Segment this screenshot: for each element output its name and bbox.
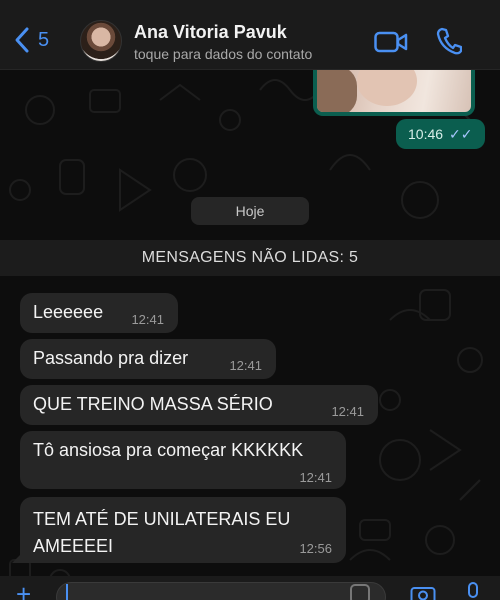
text-caret bbox=[66, 584, 68, 600]
incoming-message[interactable]: Passando pra dizer 12:41 bbox=[20, 339, 276, 379]
bubble-tail bbox=[12, 553, 22, 563]
date-separator: Hoje bbox=[191, 197, 309, 225]
photo-detail bbox=[357, 66, 417, 106]
camera-icon[interactable] bbox=[410, 584, 436, 600]
chat-header: 5 Ana Vitoria Pavuk toque para dados do … bbox=[0, 0, 500, 70]
unread-count: 5 bbox=[38, 28, 50, 51]
video-camera-icon[interactable] bbox=[374, 30, 408, 54]
message-input-bar: + bbox=[0, 576, 500, 600]
message-time: 12:41 bbox=[331, 404, 364, 419]
message-time: 12:41 bbox=[229, 358, 262, 373]
sticker-icon[interactable] bbox=[350, 584, 370, 600]
phone-icon[interactable] bbox=[436, 27, 462, 55]
message-time: 12:56 bbox=[299, 541, 332, 556]
microphone-icon[interactable] bbox=[466, 582, 480, 600]
incoming-message[interactable]: QUE TREINO MASSA SÉRIO 12:41 bbox=[20, 385, 378, 425]
chat-screen: 5 Ana Vitoria Pavuk toque para dados do … bbox=[0, 0, 500, 600]
incoming-message[interactable]: TEM ATÉ DE UNILATERAIS EU AMEEEEI 12:56 bbox=[12, 497, 346, 563]
back-button[interactable]: 5 bbox=[12, 26, 49, 54]
contact-avatar[interactable] bbox=[80, 20, 122, 62]
contact-subtitle[interactable]: toque para dados do contato bbox=[134, 46, 312, 62]
message-time: 12:41 bbox=[299, 470, 332, 485]
plus-icon[interactable]: + bbox=[16, 581, 31, 600]
message-text: TEM ATÉ DE UNILATERAIS EU AMEEEEI bbox=[33, 509, 291, 556]
chevron-left-icon bbox=[15, 27, 29, 53]
unread-messages-banner: MENSAGENS NÃO LIDAS: 5 bbox=[0, 240, 500, 276]
message-text: Tô ansiosa pra começar KKKKKK bbox=[33, 440, 304, 460]
message-text: Leeeeee bbox=[33, 302, 104, 322]
contact-name[interactable]: Ana Vitoria Pavuk bbox=[134, 22, 287, 43]
image-message[interactable] bbox=[313, 66, 475, 116]
incoming-message[interactable]: Leeeeee 12:41 bbox=[20, 293, 178, 333]
message-time: 10:46 bbox=[408, 126, 444, 142]
message-text: QUE TREINO MASSA SÉRIO bbox=[33, 394, 273, 414]
message-input[interactable] bbox=[56, 582, 386, 600]
image-message-meta: 10:46 ✓✓ bbox=[396, 119, 485, 149]
incoming-message[interactable]: Tô ansiosa pra começar KKKKKK 12:41 bbox=[20, 431, 346, 489]
message-text: Passando pra dizer bbox=[33, 348, 189, 368]
read-receipt-icon: ✓✓ bbox=[449, 125, 473, 142]
photo-detail bbox=[317, 66, 357, 112]
message-time: 12:41 bbox=[131, 312, 164, 327]
